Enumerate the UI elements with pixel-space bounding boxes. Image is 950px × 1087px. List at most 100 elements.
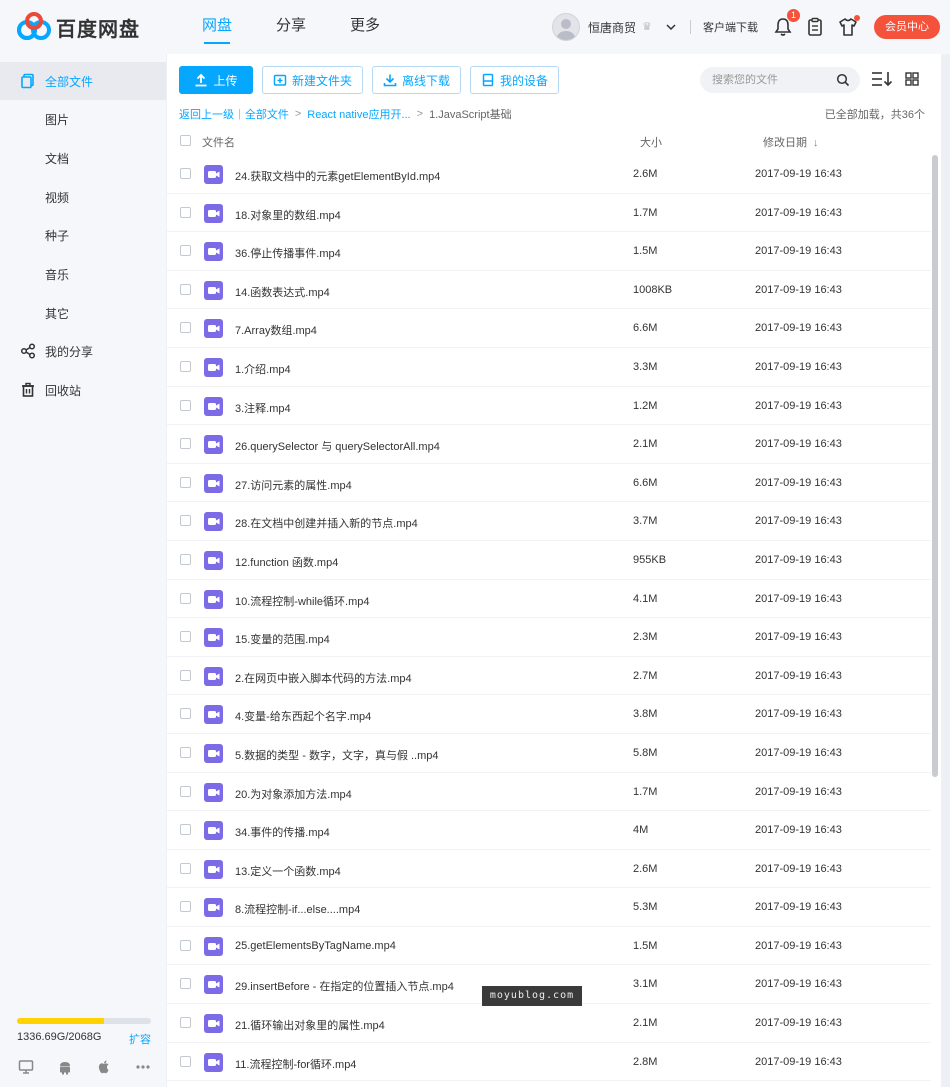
row-checkbox[interactable] xyxy=(180,245,191,257)
file-name[interactable]: 2.在网页中嵌入脚本代码的方法.mp4 xyxy=(235,670,412,686)
expand-storage-link[interactable]: 扩容 xyxy=(129,1031,151,1047)
nav-tab-more[interactable]: 更多 xyxy=(328,0,402,54)
column-size[interactable]: 大小 xyxy=(640,134,662,150)
file-name[interactable]: 1.介绍.mp4 xyxy=(235,361,291,377)
row-checkbox[interactable] xyxy=(180,515,191,527)
file-name[interactable]: 21.循环输出对象里的属性.mp4 xyxy=(235,1017,385,1033)
file-name[interactable]: 36.停止传播事件.mp4 xyxy=(235,245,341,261)
file-row[interactable]: 21.循环输出对象里的属性.mp4 2.1M 2017-09-19 16:43 xyxy=(167,1004,931,1043)
file-name[interactable]: 14.函数表达式.mp4 xyxy=(235,284,330,300)
file-name[interactable]: 18.对象里的数组.mp4 xyxy=(235,207,341,223)
row-checkbox[interactable] xyxy=(180,901,191,913)
tshirt-icon[interactable] xyxy=(838,15,860,37)
file-name[interactable]: 20.为对象添加方法.mp4 xyxy=(235,786,352,802)
client-download-link[interactable]: 客户端下载 xyxy=(703,19,758,35)
file-row[interactable]: 27.访问元素的属性.mp4 6.6M 2017-09-19 16:43 xyxy=(167,464,931,503)
file-row[interactable]: 36.停止传播事件.mp4 1.5M 2017-09-19 16:43 xyxy=(167,232,931,271)
breadcrumb-item-folder[interactable]: React native应用开... xyxy=(307,106,410,122)
row-checkbox[interactable] xyxy=(180,669,191,681)
sidebar-item-documents[interactable]: 文档 xyxy=(0,139,166,177)
row-checkbox[interactable] xyxy=(180,746,191,758)
file-row[interactable]: 15.变量的范围.mp4 2.3M 2017-09-19 16:43 xyxy=(167,618,931,657)
file-row[interactable]: 18.对象里的数组.mp4 1.7M 2017-09-19 16:43 xyxy=(167,194,931,233)
row-checkbox[interactable] xyxy=(180,322,191,334)
sidebar-item-images[interactable]: 图片 xyxy=(0,100,166,138)
clipboard-icon[interactable] xyxy=(806,17,824,37)
sort-icon[interactable] xyxy=(871,70,893,88)
file-name[interactable]: 13.定义一个函数.mp4 xyxy=(235,863,341,879)
row-checkbox[interactable] xyxy=(180,1055,191,1067)
android-icon[interactable] xyxy=(57,1059,73,1075)
upload-button[interactable]: 上传 xyxy=(179,66,253,94)
file-name[interactable]: 25.getElementsByTagName.mp4 xyxy=(235,940,396,952)
nav-tab-share[interactable]: 分享 xyxy=(254,0,328,54)
row-checkbox[interactable] xyxy=(180,862,191,874)
file-row[interactable]: 5.数据的类型 - 数字，文字，真与假 ..mp4 5.8M 2017-09-19 … xyxy=(167,734,931,773)
offline-download-button[interactable]: 离线下载 xyxy=(372,66,462,94)
more-icon[interactable] xyxy=(135,1059,151,1075)
file-name[interactable]: 10.流程控制-while循环.mp4 xyxy=(235,593,369,609)
file-name[interactable]: 28.在文档中创建并插入新的节点.mp4 xyxy=(235,515,418,531)
row-checkbox[interactable] xyxy=(180,360,191,372)
file-row[interactable]: 3.注释.mp4 1.2M 2017-09-19 16:43 xyxy=(167,387,931,426)
file-row[interactable]: 24.获取文档中的元素getElementById.mp4 2.6M 2017-09… xyxy=(167,155,931,194)
file-name[interactable]: 12.function 函数.mp4 xyxy=(235,554,338,570)
my-devices-button[interactable]: 我的设备 xyxy=(470,66,560,94)
file-name[interactable]: 26.querySelector 与 querySelectorAll.mp4 xyxy=(235,438,440,454)
file-row[interactable]: 7.Array数组.mp4 6.6M 2017-09-19 16:43 xyxy=(167,309,931,348)
row-checkbox[interactable] xyxy=(180,553,191,565)
file-row[interactable]: 26.querySelector 与 querySelectorAll.mp4 2… xyxy=(167,425,931,464)
row-checkbox[interactable] xyxy=(180,939,191,951)
new-folder-button[interactable]: 新建文件夹 xyxy=(262,66,364,94)
select-all-checkbox[interactable] xyxy=(180,135,191,146)
file-row[interactable]: 12.function 函数.mp4 955KB 2017-09-19 16:43 xyxy=(167,541,931,580)
vip-center-button[interactable]: 会员中心 xyxy=(874,15,940,39)
file-name[interactable]: 3.注释.mp4 xyxy=(235,400,291,416)
row-checkbox[interactable] xyxy=(180,206,191,218)
sidebar-item-all-files[interactable]: 全部文件 xyxy=(0,62,166,100)
file-row[interactable]: 34.事件的传播.mp4 4M 2017-09-19 16:43 xyxy=(167,811,931,850)
apple-icon[interactable] xyxy=(96,1059,112,1075)
chevron-down-icon[interactable] xyxy=(666,22,678,33)
column-name[interactable]: 文件名 xyxy=(202,134,235,150)
bell-icon[interactable]: 1 xyxy=(774,9,800,37)
row-checkbox[interactable] xyxy=(180,168,191,179)
desktop-icon[interactable] xyxy=(18,1059,34,1075)
breadcrumb-back-link[interactable]: 返回上一级 xyxy=(179,106,234,122)
row-checkbox[interactable] xyxy=(180,592,191,604)
breadcrumb-item-all-files[interactable]: 全部文件 xyxy=(245,106,289,122)
row-checkbox[interactable] xyxy=(180,399,191,411)
file-name[interactable]: 29.insertBefore - 在指定的位置插入节点.mp4 xyxy=(235,978,454,994)
file-row[interactable]: 13.定义一个函数.mp4 2.6M 2017-09-19 16:43 xyxy=(167,850,931,889)
sidebar-item-my-shares[interactable]: 我的分享 xyxy=(0,332,166,370)
file-row[interactable]: 20.为对象添加方法.mp4 1.7M 2017-09-19 16:43 xyxy=(167,773,931,812)
row-checkbox[interactable] xyxy=(180,785,191,797)
search-input[interactable] xyxy=(712,74,832,86)
row-checkbox[interactable] xyxy=(180,1017,191,1029)
file-row[interactable]: 25.getElementsByTagName.mp4 1.5M 2017-09-1… xyxy=(167,927,931,966)
file-row[interactable]: 2.在网页中嵌入脚本代码的方法.mp4 2.7M 2017-09-19 16:43 xyxy=(167,657,931,696)
file-row[interactable]: 11.流程控制-for循环.mp4 2.8M 2017-09-19 16:43 xyxy=(167,1043,931,1082)
file-name[interactable]: 4.变量-给东西起个名字.mp4 xyxy=(235,708,371,724)
sidebar-item-torrents[interactable]: 种子 xyxy=(0,216,166,254)
sidebar-item-recycle-bin[interactable]: 回收站 xyxy=(0,371,166,409)
brand-logo[interactable]: 百度网盘 xyxy=(16,12,140,42)
row-checkbox[interactable] xyxy=(180,283,191,295)
file-row[interactable]: 4.变量-给东西起个名字.mp4 3.8M 2017-09-19 16:43 xyxy=(167,695,931,734)
file-name[interactable]: 27.访问元素的属性.mp4 xyxy=(235,477,352,493)
file-name[interactable]: 34.事件的传播.mp4 xyxy=(235,824,330,840)
row-checkbox[interactable] xyxy=(180,824,191,836)
file-row[interactable]: 28.在文档中创建并插入新的节点.mp4 3.7M 2017-09-19 16:43 xyxy=(167,502,931,541)
row-checkbox[interactable] xyxy=(180,708,191,720)
username[interactable]: 恒唐商贸 xyxy=(588,19,636,36)
file-name[interactable]: 5.数据的类型 - 数字，文字，真与假 ..mp4 xyxy=(235,747,439,763)
nav-tab-netdisk[interactable]: 网盘 xyxy=(180,0,254,54)
sidebar-item-other[interactable]: 其它 xyxy=(0,294,166,332)
row-checkbox[interactable] xyxy=(180,978,191,990)
file-row[interactable]: 10.流程控制-while循环.mp4 4.1M 2017-09-19 16:43 xyxy=(167,580,931,619)
file-name[interactable]: 15.变量的范围.mp4 xyxy=(235,631,330,647)
scrollbar[interactable] xyxy=(932,155,938,777)
file-row[interactable]: 8.流程控制-if...else....mp4 5.3M 2017-09-19 16… xyxy=(167,888,931,927)
grid-view-icon[interactable] xyxy=(905,72,919,86)
sidebar-item-videos[interactable]: 视频 xyxy=(0,178,166,216)
